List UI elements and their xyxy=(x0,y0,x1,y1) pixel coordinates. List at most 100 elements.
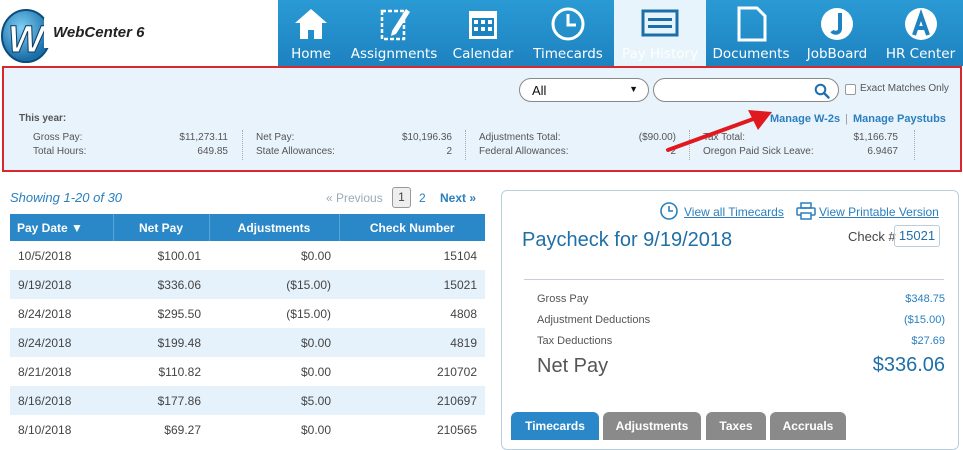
check-number-cell: 4819 xyxy=(339,328,485,357)
nav-label: Timecards xyxy=(533,46,603,62)
previous-link[interactable]: « Previous xyxy=(326,191,383,205)
total-hours-label: Total Hours: xyxy=(33,146,87,157)
view-printable-link[interactable]: View Printable Version xyxy=(819,205,939,219)
tab-accruals[interactable]: Accruals xyxy=(770,412,846,440)
gross-pay-value: $11,273.11 xyxy=(179,132,228,143)
check-number-cell: 15021 xyxy=(339,270,485,299)
filter-select[interactable]: All ▼ xyxy=(519,78,649,102)
nav-label: Home xyxy=(291,46,331,62)
nav-pay-history[interactable]: Pay History xyxy=(614,0,706,66)
svg-text:W: W xyxy=(8,19,47,61)
pay-date-cell: 10/5/2018 xyxy=(18,248,72,263)
clock-icon xyxy=(660,202,678,220)
page-2[interactable]: 2 xyxy=(419,191,426,205)
table-row[interactable]: 8/21/2018 $110.82 $0.00 210702 xyxy=(10,357,485,386)
nav-label: Pay History xyxy=(621,46,699,62)
pay-date-cell: 8/24/2018 xyxy=(18,306,72,321)
check-number-cell: 4808 xyxy=(450,306,477,321)
nav-label: JobBoard xyxy=(806,46,868,62)
nav-label: HR Center xyxy=(885,46,956,62)
net-pay-line-label: Net Pay xyxy=(537,355,609,377)
pay-date-cell: 9/19/2018 xyxy=(10,270,113,299)
exact-matches-checkbox[interactable] xyxy=(845,84,856,95)
net-pay-label: Net Pay: xyxy=(256,132,295,143)
tax-deductions-label: Tax Deductions xyxy=(537,335,613,347)
exact-matches-label: Exact Matches Only xyxy=(860,83,949,94)
state-allowances-value: 2 xyxy=(446,146,452,157)
nav-calendar[interactable]: Calendar xyxy=(444,0,522,66)
check-number-label: Check # xyxy=(848,229,896,244)
federal-allowances-label: Federal Allowances: xyxy=(479,146,569,157)
table-row[interactable]: 8/24/2018 $199.48 $0.00 4819 xyxy=(10,328,485,357)
col-check-number[interactable]: Check Number xyxy=(339,214,485,241)
nav-documents[interactable]: Documents xyxy=(706,0,796,66)
page-1[interactable]: 1 xyxy=(392,187,411,208)
this-year-label: This year: xyxy=(19,113,67,124)
hr-center-icon xyxy=(904,8,937,40)
tab-timecards[interactable]: Timecards xyxy=(511,412,599,440)
main-nav: Home Assignments Calendar Timecards Pay Hist… xyxy=(278,0,963,66)
table-row[interactable]: 8/24/2018 $295.50 ($15.00) 4808 xyxy=(10,299,485,328)
sick-leave-value: 6.9467 xyxy=(867,146,898,157)
state-allowances-label: State Allowances: xyxy=(256,146,335,157)
showing-count: Showing 1-20 of 30 xyxy=(10,190,123,205)
adjustments-cell: ($15.00) xyxy=(286,306,331,321)
pay-date-cell: 8/21/2018 xyxy=(18,364,72,379)
tab-taxes[interactable]: Taxes xyxy=(706,412,766,440)
divider xyxy=(524,279,944,280)
view-timecards-link[interactable]: View all Timecards xyxy=(684,205,784,219)
adjustment-deductions-label: Adjustment Deductions xyxy=(537,314,651,326)
tax-deductions-value: $27.69 xyxy=(911,335,945,347)
col-pay-date[interactable]: Pay Date ▼ xyxy=(10,214,114,241)
net-pay-value: $10,196.36 xyxy=(401,132,452,143)
pay-history-table: Pay Date ▼ Net Pay Adjustments Check Num… xyxy=(10,214,485,444)
logo-text: WebCenter 6 xyxy=(53,24,145,41)
paycheck-icon xyxy=(641,9,679,37)
nav-jobboard[interactable]: JobBoard xyxy=(796,0,878,66)
pay-date-cell: 8/24/2018 xyxy=(10,328,113,357)
col-net-pay[interactable]: Net Pay xyxy=(113,214,210,241)
adjustments-cell: ($15.00) xyxy=(209,270,339,299)
logo[interactable]: W WebCenter 6 xyxy=(0,0,160,66)
calendar-icon xyxy=(469,11,497,39)
check-number-cell: 15104 xyxy=(443,248,477,263)
printer-icon xyxy=(796,202,816,220)
nav-assignments[interactable]: Assignments xyxy=(344,0,444,66)
net-pay-cell: $100.01 xyxy=(157,248,201,263)
annotation-arrow-icon xyxy=(666,110,772,152)
table-row[interactable]: 8/16/2018 $177.86 $5.00 210697 xyxy=(10,386,485,415)
nav-home[interactable]: Home xyxy=(278,0,344,66)
net-pay-cell: $177.86 xyxy=(113,386,209,415)
home-icon xyxy=(295,9,327,39)
link-separator: | xyxy=(845,113,848,125)
filter-select-value: All xyxy=(532,83,547,98)
tab-adjustments[interactable]: Adjustments xyxy=(603,412,701,440)
clock-icon xyxy=(551,7,585,41)
top-bar: W WebCenter 6 Home Assignments Calendar Tim… xyxy=(0,0,963,66)
net-pay-cell: $110.82 xyxy=(158,364,202,379)
next-link[interactable]: Next » xyxy=(440,191,476,205)
paycheck-title: Paycheck for 9/19/2018 xyxy=(522,229,733,251)
manage-paystubs-link[interactable]: Manage Paystubs xyxy=(853,113,946,125)
table-row[interactable]: 9/19/2018 $336.06 ($15.00) 15021 xyxy=(10,270,485,299)
adjustment-deductions-value: ($15.00) xyxy=(904,314,945,326)
gross-pay-label: Gross Pay: xyxy=(33,132,83,143)
table-row[interactable]: 10/5/2018 $100.01 $0.00 15104 xyxy=(10,241,485,270)
nav-hr-center[interactable]: HR Center xyxy=(878,0,963,66)
adjustments-cell: $0.00 xyxy=(300,248,331,263)
chevron-down-icon: ▼ xyxy=(629,84,638,94)
document-icon xyxy=(737,6,767,42)
search-icon[interactable] xyxy=(814,83,830,99)
search-input[interactable] xyxy=(653,78,839,102)
jobboard-icon xyxy=(821,8,853,40)
manage-w2-link[interactable]: Manage W-2s xyxy=(770,113,840,125)
nav-label: Assignments xyxy=(350,46,438,62)
tax-total-value: $1,166.75 xyxy=(853,132,899,143)
col-adjustments[interactable]: Adjustments xyxy=(209,214,340,241)
total-hours-value: 649.85 xyxy=(197,146,228,157)
pencil-doc-icon xyxy=(380,9,410,41)
check-number-value: 15021 xyxy=(894,225,940,247)
adjustments-total-label: Adjustments Total: xyxy=(479,132,561,143)
nav-timecards[interactable]: Timecards xyxy=(522,0,614,66)
summary-panel: All ▼ Exact Matches Only This year: Mana… xyxy=(2,66,962,172)
